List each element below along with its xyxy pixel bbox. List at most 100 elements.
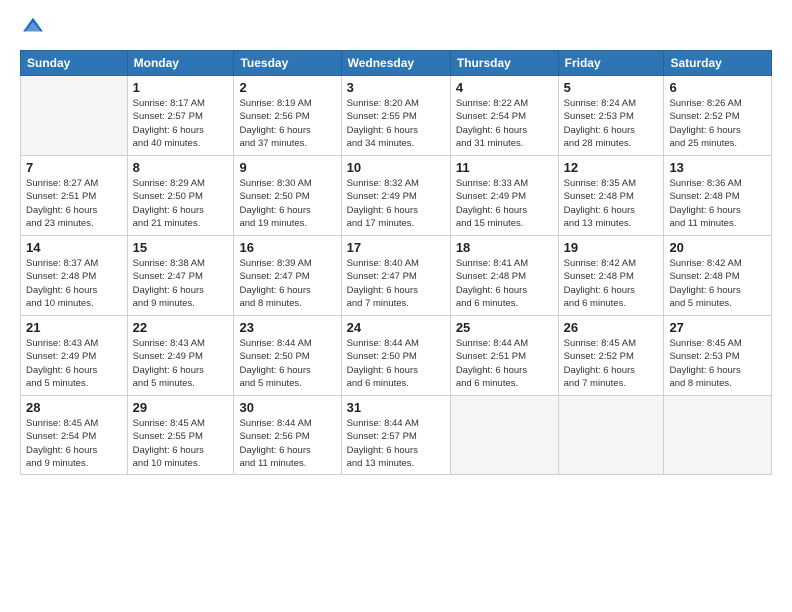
day-number: 31 [347, 400, 445, 415]
calendar-cell: 8 Sunrise: 8:29 AM Sunset: 2:50 PM Daylig… [127, 156, 234, 236]
calendar-cell: 15Sunrise: 8:38 AM Sunset: 2:47 PM Dayli… [127, 236, 234, 316]
calendar-cell: 3 Sunrise: 8:20 AM Sunset: 2:55 PM Daylig… [341, 76, 450, 156]
day-number: 23 [239, 320, 335, 335]
day-info: Sunrise: 8:39 AM Sunset: 2:47 PM Dayligh… [239, 257, 335, 310]
day-info: Sunrise: 8:44 AM Sunset: 2:50 PM Dayligh… [239, 337, 335, 390]
calendar-week-0: 1 Sunrise: 8:17 AM Sunset: 2:57 PM Daylig… [21, 76, 772, 156]
day-number: 7 [26, 160, 122, 175]
day-info: Sunrise: 8:22 AM Sunset: 2:54 PM Dayligh… [456, 97, 553, 150]
header [20, 15, 772, 42]
day-info: Sunrise: 8:37 AM Sunset: 2:48 PM Dayligh… [26, 257, 122, 310]
calendar-cell: 13Sunrise: 8:36 AM Sunset: 2:48 PM Dayli… [664, 156, 772, 236]
day-number: 5 [564, 80, 659, 95]
day-info: Sunrise: 8:45 AM Sunset: 2:52 PM Dayligh… [564, 337, 659, 390]
day-info: Sunrise: 8:44 AM Sunset: 2:51 PM Dayligh… [456, 337, 553, 390]
day-number: 30 [239, 400, 335, 415]
calendar-cell: 6 Sunrise: 8:26 AM Sunset: 2:52 PM Daylig… [664, 76, 772, 156]
day-info: Sunrise: 8:36 AM Sunset: 2:48 PM Dayligh… [669, 177, 766, 230]
day-number: 24 [347, 320, 445, 335]
day-info: Sunrise: 8:17 AM Sunset: 2:57 PM Dayligh… [133, 97, 229, 150]
calendar-cell: 11 Sunrise: 8:33 AM Sunset: 2:49 PM Dayli… [450, 156, 558, 236]
calendar-cell: 28 Sunrise: 8:45 AM Sunset: 2:54 PM Dayli… [21, 396, 128, 475]
calendar-cell: 18 Sunrise: 8:41 AM Sunset: 2:48 PM Dayli… [450, 236, 558, 316]
day-number: 26 [564, 320, 659, 335]
day-info: Sunrise: 8:27 AM Sunset: 2:51 PM Dayligh… [26, 177, 122, 230]
calendar-cell [558, 396, 664, 475]
day-number: 2 [239, 80, 335, 95]
calendar-week-1: 7 Sunrise: 8:27 AM Sunset: 2:51 PM Daylig… [21, 156, 772, 236]
day-info: Sunrise: 8:44 AM Sunset: 2:57 PM Dayligh… [347, 417, 445, 470]
day-number: 3 [347, 80, 445, 95]
day-info: Sunrise: 8:29 AM Sunset: 2:50 PM Dayligh… [133, 177, 229, 230]
calendar-week-4: 28 Sunrise: 8:45 AM Sunset: 2:54 PM Dayli… [21, 396, 772, 475]
calendar-cell [21, 76, 128, 156]
day-number: 22 [133, 320, 229, 335]
weekday-header-thursday: Thursday [450, 51, 558, 76]
calendar-cell: 20 Sunrise: 8:42 AM Sunset: 2:48 PM Dayli… [664, 236, 772, 316]
calendar-cell: 14 Sunrise: 8:37 AM Sunset: 2:48 PM Dayli… [21, 236, 128, 316]
calendar-cell: 17 Sunrise: 8:40 AM Sunset: 2:47 PM Dayli… [341, 236, 450, 316]
calendar: SundayMondayTuesdayWednesdayThursdayFrid… [20, 50, 772, 475]
day-info: Sunrise: 8:40 AM Sunset: 2:47 PM Dayligh… [347, 257, 445, 310]
calendar-cell: 24Sunrise: 8:44 AM Sunset: 2:50 PM Dayli… [341, 316, 450, 396]
day-info: Sunrise: 8:30 AM Sunset: 2:50 PM Dayligh… [239, 177, 335, 230]
calendar-cell: 10Sunrise: 8:32 AM Sunset: 2:49 PM Dayli… [341, 156, 450, 236]
day-number: 6 [669, 80, 766, 95]
logo [20, 15, 46, 42]
calendar-week-3: 21 Sunrise: 8:43 AM Sunset: 2:49 PM Dayli… [21, 316, 772, 396]
day-info: Sunrise: 8:43 AM Sunset: 2:49 PM Dayligh… [26, 337, 122, 390]
day-info: Sunrise: 8:44 AM Sunset: 2:56 PM Dayligh… [239, 417, 335, 470]
calendar-cell: 4 Sunrise: 8:22 AM Sunset: 2:54 PM Daylig… [450, 76, 558, 156]
day-info: Sunrise: 8:42 AM Sunset: 2:48 PM Dayligh… [669, 257, 766, 310]
calendar-cell: 9Sunrise: 8:30 AM Sunset: 2:50 PM Daylig… [234, 156, 341, 236]
calendar-cell: 30 Sunrise: 8:44 AM Sunset: 2:56 PM Dayli… [234, 396, 341, 475]
weekday-header-row: SundayMondayTuesdayWednesdayThursdayFrid… [21, 51, 772, 76]
weekday-header-tuesday: Tuesday [234, 51, 341, 76]
day-number: 17 [347, 240, 445, 255]
calendar-cell: 19Sunrise: 8:42 AM Sunset: 2:48 PM Dayli… [558, 236, 664, 316]
calendar-cell: 27 Sunrise: 8:45 AM Sunset: 2:53 PM Dayli… [664, 316, 772, 396]
day-info: Sunrise: 8:19 AM Sunset: 2:56 PM Dayligh… [239, 97, 335, 150]
calendar-cell: 29Sunrise: 8:45 AM Sunset: 2:55 PM Dayli… [127, 396, 234, 475]
day-number: 28 [26, 400, 122, 415]
day-info: Sunrise: 8:43 AM Sunset: 2:49 PM Dayligh… [133, 337, 229, 390]
day-info: Sunrise: 8:45 AM Sunset: 2:54 PM Dayligh… [26, 417, 122, 470]
day-number: 11 [456, 160, 553, 175]
day-number: 18 [456, 240, 553, 255]
day-number: 12 [564, 160, 659, 175]
calendar-cell: 22 Sunrise: 8:43 AM Sunset: 2:49 PM Dayli… [127, 316, 234, 396]
day-info: Sunrise: 8:20 AM Sunset: 2:55 PM Dayligh… [347, 97, 445, 150]
calendar-cell: 1 Sunrise: 8:17 AM Sunset: 2:57 PM Daylig… [127, 76, 234, 156]
day-number: 14 [26, 240, 122, 255]
day-info: Sunrise: 8:35 AM Sunset: 2:48 PM Dayligh… [564, 177, 659, 230]
day-info: Sunrise: 8:45 AM Sunset: 2:53 PM Dayligh… [669, 337, 766, 390]
day-number: 4 [456, 80, 553, 95]
calendar-cell [450, 396, 558, 475]
calendar-cell: 16 Sunrise: 8:39 AM Sunset: 2:47 PM Dayli… [234, 236, 341, 316]
calendar-cell: 26 Sunrise: 8:45 AM Sunset: 2:52 PM Dayli… [558, 316, 664, 396]
weekday-header-sunday: Sunday [21, 51, 128, 76]
day-info: Sunrise: 8:33 AM Sunset: 2:49 PM Dayligh… [456, 177, 553, 230]
day-number: 27 [669, 320, 766, 335]
day-info: Sunrise: 8:38 AM Sunset: 2:47 PM Dayligh… [133, 257, 229, 310]
day-number: 1 [133, 80, 229, 95]
day-number: 8 [133, 160, 229, 175]
day-number: 29 [133, 400, 229, 415]
day-number: 20 [669, 240, 766, 255]
calendar-cell: 31 Sunrise: 8:44 AM Sunset: 2:57 PM Dayli… [341, 396, 450, 475]
day-number: 16 [239, 240, 335, 255]
day-info: Sunrise: 8:41 AM Sunset: 2:48 PM Dayligh… [456, 257, 553, 310]
day-info: Sunrise: 8:26 AM Sunset: 2:52 PM Dayligh… [669, 97, 766, 150]
calendar-cell [664, 396, 772, 475]
calendar-cell: 23 Sunrise: 8:44 AM Sunset: 2:50 PM Dayli… [234, 316, 341, 396]
weekday-header-monday: Monday [127, 51, 234, 76]
day-info: Sunrise: 8:32 AM Sunset: 2:49 PM Dayligh… [347, 177, 445, 230]
day-info: Sunrise: 8:24 AM Sunset: 2:53 PM Dayligh… [564, 97, 659, 150]
calendar-cell: 7 Sunrise: 8:27 AM Sunset: 2:51 PM Daylig… [21, 156, 128, 236]
day-number: 21 [26, 320, 122, 335]
weekday-header-saturday: Saturday [664, 51, 772, 76]
day-number: 25 [456, 320, 553, 335]
logo-icon [22, 15, 44, 37]
calendar-week-2: 14 Sunrise: 8:37 AM Sunset: 2:48 PM Dayli… [21, 236, 772, 316]
calendar-cell: 2 Sunrise: 8:19 AM Sunset: 2:56 PM Daylig… [234, 76, 341, 156]
